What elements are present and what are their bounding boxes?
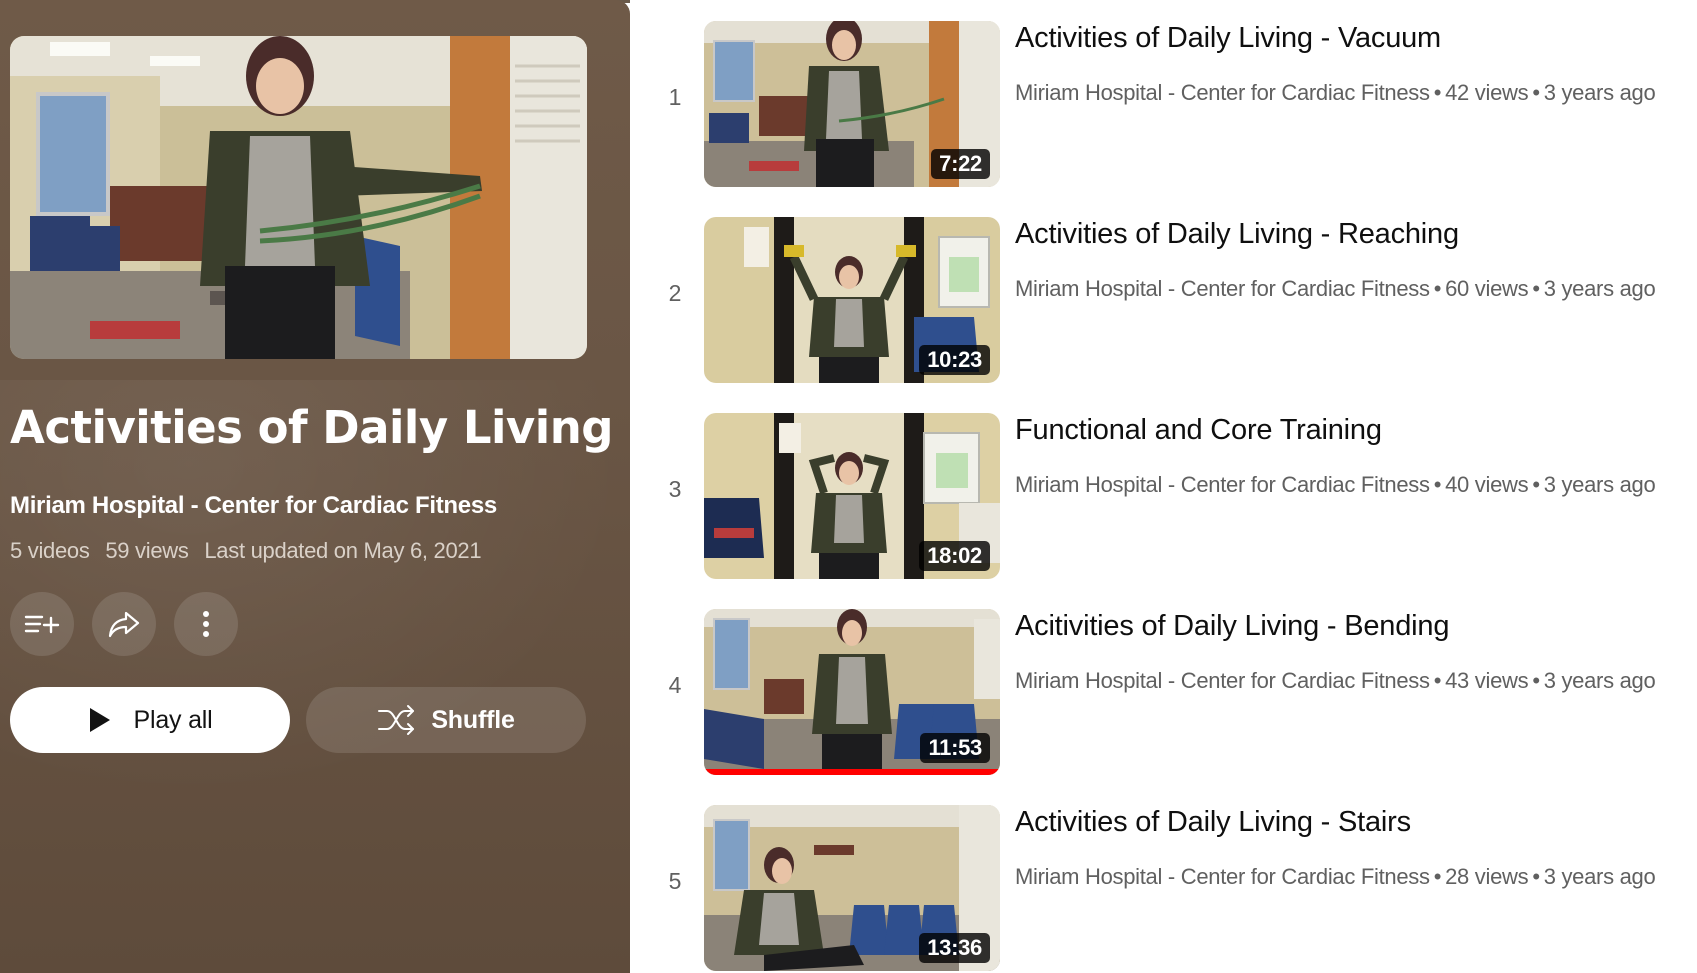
video-channel-link[interactable]: Miriam Hospital - Center for Cardiac Fit… <box>1015 668 1430 693</box>
video-index: 5 <box>668 868 682 894</box>
video-duration: 13:36 <box>919 933 990 963</box>
video-thumbnail[interactable]: 11:53 <box>704 609 1000 775</box>
video-age: 3 years ago <box>1543 80 1656 105</box>
playlist-view-count: 59 views <box>105 538 189 563</box>
video-title[interactable]: Acitivities of Daily Living - Bending <box>1015 610 1449 643</box>
shuffle-label: Shuffle <box>431 705 515 734</box>
video-age: 3 years ago <box>1543 864 1656 889</box>
playlist-video-row[interactable]: 3 18:02 Functional and Core Training Mir… <box>630 392 1697 579</box>
video-title[interactable]: Activities of Daily Living - Reaching <box>1015 218 1459 251</box>
video-title[interactable]: Functional and Core Training <box>1015 414 1382 447</box>
playlist-title: Activities of Daily Living <box>10 401 613 454</box>
share-icon <box>107 609 141 639</box>
video-age: 3 years ago <box>1543 668 1656 693</box>
video-title[interactable]: Activities of Daily Living - Stairs <box>1015 806 1411 839</box>
video-duration: 18:02 <box>919 541 990 571</box>
playlist-video-row[interactable]: 5 13:36 Activities of Daily Living - Sta <box>630 784 1697 971</box>
video-meta: Miriam Hospital - Center for Cardiac Fit… <box>1015 80 1656 105</box>
playlist-video-row[interactable]: 1 7:22 Activities of Daily Living - Vacu… <box>630 0 1697 187</box>
video-meta: Miriam Hospital - Center for Cardiac Fit… <box>1015 668 1656 693</box>
video-meta: Miriam Hospital - Center for Cardiac Fit… <box>1015 276 1656 301</box>
video-views: 43 views <box>1445 668 1529 693</box>
more-actions-button[interactable] <box>174 592 238 656</box>
share-button[interactable] <box>92 592 156 656</box>
video-age: 3 years ago <box>1543 276 1656 301</box>
video-thumbnail[interactable]: 13:36 <box>704 805 1000 971</box>
playlist-header-panel: Activities of Daily Living Miriam Hospit… <box>0 0 630 973</box>
video-duration: 11:53 <box>920 733 990 763</box>
video-channel-link[interactable]: Miriam Hospital - Center for Cardiac Fit… <box>1015 80 1430 105</box>
playlist-video-row[interactable]: 2 10:23 Activities of Daily Living - Rea… <box>630 196 1697 383</box>
play-all-label: Play all <box>133 705 213 734</box>
play-all-button[interactable]: Play all <box>10 687 290 753</box>
video-channel-link[interactable]: Miriam Hospital - Center for Cardiac Fit… <box>1015 276 1430 301</box>
playlist-video-count: 5 videos <box>10 538 90 563</box>
video-views: 40 views <box>1445 472 1529 497</box>
playlist-last-updated: Last updated on May 6, 2021 <box>204 538 482 563</box>
playlist-video-row[interactable]: 4 11:53 Acitivities of Daily Living - Be… <box>630 588 1697 775</box>
video-index: 2 <box>668 280 682 306</box>
shuffle-button[interactable]: Shuffle <box>306 687 586 753</box>
video-views: 42 views <box>1445 80 1529 105</box>
shuffle-icon <box>377 704 417 736</box>
playlist-channel-link[interactable]: Miriam Hospital - Center for Cardiac Fit… <box>10 492 497 520</box>
video-index: 1 <box>668 84 682 110</box>
video-views: 60 views <box>1445 276 1529 301</box>
playlist-stats: 5 videos 59 views Last updated on May 6,… <box>10 538 491 564</box>
video-channel-link[interactable]: Miriam Hospital - Center for Cardiac Fit… <box>1015 472 1430 497</box>
video-thumbnail[interactable]: 18:02 <box>704 413 1000 579</box>
watch-progress-bar <box>704 769 1000 775</box>
video-duration: 7:22 <box>931 149 990 179</box>
video-meta: Miriam Hospital - Center for Cardiac Fit… <box>1015 472 1656 497</box>
playlist-add-icon <box>24 612 60 636</box>
video-title[interactable]: Activities of Daily Living - Vacuum <box>1015 22 1441 55</box>
playlist-cover-thumbnail[interactable] <box>10 36 587 359</box>
video-thumbnail[interactable]: 10:23 <box>704 217 1000 383</box>
save-to-playlist-button[interactable] <box>10 592 74 656</box>
more-vertical-icon <box>202 610 210 638</box>
video-duration: 10:23 <box>919 345 990 375</box>
video-index: 4 <box>668 672 682 698</box>
playlist-video-list: 1 7:22 Activities of Daily Living - Vacu… <box>630 0 1697 973</box>
video-meta: Miriam Hospital - Center for Cardiac Fit… <box>1015 864 1656 889</box>
video-views: 28 views <box>1445 864 1529 889</box>
video-index: 3 <box>668 476 682 502</box>
video-channel-link[interactable]: Miriam Hospital - Center for Cardiac Fit… <box>1015 864 1430 889</box>
video-thumbnail[interactable]: 7:22 <box>704 21 1000 187</box>
video-age: 3 years ago <box>1543 472 1656 497</box>
play-icon <box>88 706 112 734</box>
